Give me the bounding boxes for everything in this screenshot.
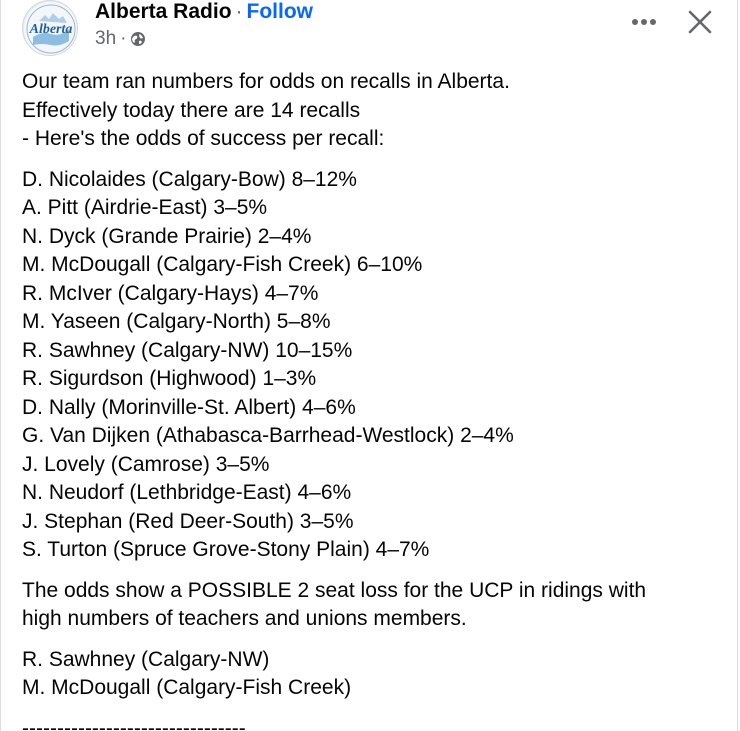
name-separator: · [235, 0, 243, 23]
highlight-line: R. Sawhney (Calgary-NW) [22, 647, 270, 671]
conclusion-paragraph: The odds show a POSSIBLE 2 seat loss for… [22, 577, 722, 634]
text-divider: -------------------------------- [22, 716, 246, 731]
meta-separator: · [120, 28, 127, 49]
recall-item: D. Nicolaides (Calgary-Bow) 8–12% [22, 167, 357, 191]
post-body: Our team ran numbers for odds on recalls… [22, 68, 722, 731]
recall-item: N. Neudorf (Lethbridge-East) 4–6% [22, 481, 352, 504]
more-options-button[interactable] [626, 8, 662, 36]
avatar-wordmark: Alberta [29, 22, 73, 37]
author-name[interactable]: Alberta Radio [95, 0, 232, 23]
recall-item: G. Van Dijken (Athabasca-Barrhead-Westlo… [22, 424, 514, 447]
intro-paragraph: Our team ran numbers for odds on recalls… [22, 68, 722, 154]
intro-line: Our team ran numbers for odds on recalls… [22, 70, 510, 93]
recall-item: J. Lovely (Camrose) 3–5% [22, 452, 270, 476]
alberta-logo-icon: Alberta [24, 2, 77, 55]
recall-item: R. Sawhney (Calgary-NW) 10–15% [22, 338, 353, 362]
author-line: Alberta Radio · Follow [95, 0, 313, 24]
highlight-line: M. McDougall (Calgary-Fish Creek) [22, 676, 352, 699]
follow-button[interactable]: Follow [247, 0, 314, 23]
recall-item: N. Dyck (Grande Prairie) 2–4% [22, 224, 312, 248]
more-options-icon [632, 19, 656, 25]
page-avatar[interactable]: Alberta [22, 0, 78, 56]
recall-item: S. Turton (Spruce Grove-Stony Plain) 4–7… [22, 538, 430, 561]
recall-item: A. Pitt (Airdrie-East) 3–5% [22, 196, 268, 219]
recall-odds-list: D. Nicolaides (Calgary-Bow) 8–12% A. Pit… [22, 166, 722, 565]
conclusion-line: The odds show a POSSIBLE 2 seat loss for… [22, 578, 647, 602]
recall-item: J. Stephan (Red Deer-South) 3–5% [22, 509, 354, 533]
close-button[interactable] [682, 4, 718, 40]
close-icon [688, 10, 712, 34]
intro-line: - Here's the odds of success per recall: [22, 127, 385, 150]
recall-item: M. Yaseen (Calgary-North) 5–8% [22, 310, 331, 333]
post-meta: 3h · [95, 28, 146, 50]
recall-item: R. McIver (Calgary-Hays) 4–7% [22, 281, 319, 305]
post-timestamp[interactable]: 3h [95, 28, 116, 50]
highlight-paragraph: R. Sawhney (Calgary-NW) M. McDougall (Ca… [22, 646, 722, 703]
recall-item: M. McDougall (Calgary-Fish Creek) 6–10% [22, 253, 423, 276]
conclusion-line: high numbers of teachers and unions memb… [22, 607, 467, 630]
intro-line: Effectively today there are 14 recalls [22, 98, 361, 122]
recall-item: D. Nally (Morinville-St. Albert) 4–6% [22, 395, 356, 419]
globe-icon [130, 31, 146, 47]
recall-item: R. Sigurdson (Highwood) 1–3% [22, 367, 317, 390]
post-header: Alberta Alberta Radio · Follow 3h · [22, 0, 722, 56]
